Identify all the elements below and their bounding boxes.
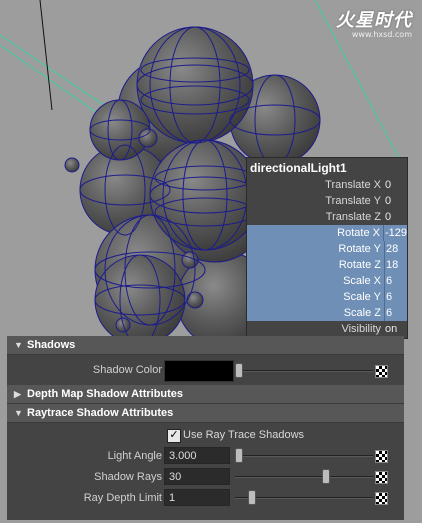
channel-row[interactable]: Rotate X -129 bbox=[247, 225, 407, 241]
frame-depth-map-header[interactable]: ▶ Depth Map Shadow Attributes bbox=[7, 385, 404, 404]
channel-row[interactable]: Rotate Y 28 bbox=[247, 241, 407, 257]
watermark: 火星时代 www.hxsd.com bbox=[336, 6, 412, 39]
channel-row[interactable]: Translate Y0 bbox=[247, 193, 407, 209]
use-ray-trace-label: Use Ray Trace Shadows bbox=[183, 429, 305, 441]
channel-label[interactable]: Rotate X bbox=[247, 225, 383, 241]
channel-label[interactable]: Translate Z bbox=[247, 209, 384, 225]
channel-value[interactable]: 0 bbox=[384, 209, 407, 225]
channel-label[interactable]: Translate Y bbox=[247, 193, 384, 209]
shadow-color-slider[interactable] bbox=[235, 362, 373, 379]
light-angle-field[interactable]: 3.000 bbox=[164, 447, 230, 464]
channel-value[interactable]: -129 bbox=[382, 225, 407, 241]
shadow-color-label: Shadow Color bbox=[92, 364, 162, 376]
map-button-icon[interactable] bbox=[375, 365, 388, 378]
channel-value[interactable]: 28 bbox=[384, 241, 407, 257]
slider-thumb[interactable] bbox=[322, 469, 330, 484]
channel-row[interactable]: Rotate Z 18 bbox=[247, 257, 407, 273]
slider-thumb[interactable] bbox=[248, 490, 256, 505]
ray-depth-limit-field[interactable]: 1 bbox=[164, 489, 230, 506]
channel-row[interactable]: Scale Z6 bbox=[247, 305, 407, 321]
ray-depth-limit-slider[interactable] bbox=[235, 489, 373, 506]
channel-row[interactable]: Scale Y6 bbox=[247, 289, 407, 305]
channel-label[interactable]: Scale X bbox=[247, 273, 384, 289]
slider-track bbox=[235, 476, 373, 478]
frame-depth-map-label: Depth Map Shadow Attributes bbox=[27, 388, 184, 400]
light-angle-slider[interactable] bbox=[235, 447, 373, 464]
channel-row[interactable]: Visibility on bbox=[247, 321, 407, 337]
shadow-rays-slider[interactable] bbox=[235, 468, 373, 485]
attribute-editor: ▼ Shadows Shadow Color ▶ Depth Map Shado… bbox=[7, 336, 404, 520]
channel-list: Translate X 0 Translate Y 0 Translate Z 0 Rota… bbox=[247, 177, 407, 337]
channel-value[interactable]: 6 bbox=[384, 273, 407, 289]
frame-shadows-label: Shadows bbox=[27, 339, 76, 351]
channel-row[interactable]: Translate Z0 bbox=[247, 209, 407, 225]
expand-triangle-icon[interactable]: ▶ bbox=[14, 385, 21, 404]
channel-value[interactable]: 6 bbox=[384, 305, 407, 321]
channel-value[interactable]: 18 bbox=[384, 257, 407, 273]
light-angle-row: Light Angle 3.000 bbox=[7, 447, 404, 467]
channel-label[interactable]: Scale Y bbox=[247, 289, 384, 305]
shadow-rays-label: Shadow Rays bbox=[94, 471, 162, 483]
shadow-rays-field[interactable]: 30 bbox=[164, 468, 230, 485]
ray-depth-limit-row: Ray Depth Limit 1 bbox=[7, 489, 404, 509]
slider-track bbox=[235, 370, 373, 372]
channel-value[interactable]: 6 bbox=[384, 289, 407, 305]
shadow-color-swatch[interactable] bbox=[164, 360, 234, 382]
frame-shadows-header[interactable]: ▼ Shadows bbox=[7, 336, 404, 355]
channel-box-title[interactable]: directionalLight1 bbox=[247, 158, 407, 177]
use-ray-trace-checkbox[interactable]: ✓ bbox=[167, 429, 181, 443]
ray-depth-limit-label: Ray Depth Limit bbox=[83, 492, 162, 504]
channel-value[interactable]: 0 bbox=[384, 177, 407, 193]
channel-value[interactable]: on bbox=[384, 321, 407, 337]
map-button-icon[interactable] bbox=[375, 450, 388, 463]
channel-label[interactable]: Translate X bbox=[247, 177, 384, 193]
light-angle-label: Light Angle bbox=[107, 450, 162, 462]
collapse-triangle-icon[interactable]: ▼ bbox=[14, 404, 23, 423]
channel-value[interactable]: 0 bbox=[384, 193, 407, 209]
frame-shadows-body: Shadow Color bbox=[7, 355, 404, 385]
frame-raytrace-body: ✓ Use Ray Trace Shadows Light Angle 3.00… bbox=[7, 423, 404, 520]
collapse-triangle-icon[interactable]: ▼ bbox=[14, 336, 23, 355]
channel-label[interactable]: Scale Z bbox=[247, 305, 384, 321]
channel-label[interactable]: Rotate Y bbox=[247, 241, 384, 257]
slider-thumb[interactable] bbox=[235, 448, 243, 463]
use-ray-trace-row: ✓ Use Ray Trace Shadows bbox=[7, 426, 404, 446]
map-button-icon[interactable] bbox=[375, 492, 388, 505]
frame-raytrace-header[interactable]: ▼ Raytrace Shadow Attributes bbox=[7, 404, 404, 423]
shadow-rays-row: Shadow Rays 30 bbox=[7, 468, 404, 488]
channel-row[interactable]: Scale X6 bbox=[247, 273, 407, 289]
shadow-color-row: Shadow Color bbox=[7, 360, 404, 382]
slider-track bbox=[235, 455, 373, 457]
channel-label[interactable]: Visibility bbox=[247, 321, 384, 337]
map-button-icon[interactable] bbox=[375, 471, 388, 484]
channel-label[interactable]: Rotate Z bbox=[247, 257, 384, 273]
watermark-logo: 火星时代 bbox=[336, 10, 412, 31]
slider-thumb[interactable] bbox=[235, 363, 243, 378]
light-direction-line bbox=[39, 0, 53, 111]
frame-raytrace-label: Raytrace Shadow Attributes bbox=[27, 407, 174, 419]
channel-box: directionalLight1 Translate X 0 Translate … bbox=[246, 157, 408, 339]
channel-row[interactable]: Translate X0 bbox=[247, 177, 407, 193]
